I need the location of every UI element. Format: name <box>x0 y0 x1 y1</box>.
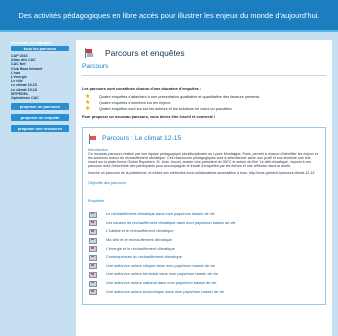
list-item: ★ Quatre enquêtes sont sur sur les acteur… <box>85 106 233 112</box>
objectives-heading: Objectifs des parcours <box>88 181 126 186</box>
survey-icon <box>88 280 97 287</box>
page-header: Parcours et enquêtes <box>82 46 326 60</box>
course-panel: Parcours : Le climat 12-15 Introduction … <box>82 127 326 305</box>
info-list: ★ Quatre enquêtes s'attachent à une prése… <box>82 94 326 112</box>
survey-item[interactable]: Une action/un acteur citoyen dans mon pa… <box>88 261 320 270</box>
survey-icon <box>88 271 97 278</box>
surveys-heading: Enquêtes <box>88 199 105 204</box>
propose-resource-button[interactable]: proposer une ressource <box>11 125 69 133</box>
section-title: Parcours <box>82 63 109 70</box>
survey-icon <box>88 219 97 227</box>
introduction-text-2: Inscrire un parcours de la plateforme, e… <box>88 171 315 176</box>
site-banner: Des activités pédagogiques en libre accè… <box>0 0 338 32</box>
course-header: Parcours : Le climat 12-15 <box>88 132 320 144</box>
survey-item[interactable]: Une action/un acteur économique dans mon… <box>88 287 320 296</box>
survey-icon <box>88 228 97 235</box>
survey-item[interactable]: Une action/un acteur territorial dans mo… <box>88 270 320 279</box>
page-title: Parcours et enquêtes <box>105 48 185 58</box>
survey-icon <box>88 288 97 296</box>
star-icon: ★ <box>85 106 91 112</box>
survey-item[interactable]: L'énergie et le réchauffement climatique <box>88 244 320 253</box>
divider <box>82 75 326 76</box>
propose-course-button[interactable]: proposer un parcours <box>11 103 69 111</box>
survey-list: Le réchauffement climatique dans mon pay… <box>88 209 320 296</box>
propose-survey-button[interactable]: proposer un enquête <box>11 114 69 122</box>
survey-item[interactable]: Ma ville et le réchauffement climatique <box>88 235 320 244</box>
survey-icon <box>88 237 97 244</box>
introduction-text: Ce nouveau parcours réalisé par une équi… <box>88 152 318 169</box>
survey-icon <box>88 245 97 253</box>
flag-icon <box>84 48 94 58</box>
survey-item[interactable]: Une action/un acteur national dans mon p… <box>88 278 320 287</box>
main-content: Parcours et enquêtes Parcours Les parcou… <box>76 40 332 336</box>
sidebar: Parcours et enquêtes tous les parcours C… <box>11 40 69 136</box>
survey-icon <box>88 211 97 218</box>
course-title: Parcours : Le climat 12-15 <box>102 134 182 142</box>
survey-icon <box>88 262 97 270</box>
survey-icon <box>88 254 97 261</box>
flag-icon <box>88 133 97 144</box>
survey-item[interactable]: L'habitat et le réchauffement climatique <box>88 227 320 236</box>
sidebar-item[interactable]: Opérations CAC <box>11 96 69 100</box>
login-note: Pour proposer un nouveau parcours, vous … <box>82 115 216 119</box>
sidebar-course-list: CAP 2024 Atlas des CAC CAC Net Club Baru… <box>11 54 69 100</box>
survey-item[interactable]: Les causes du réchauffement climatique d… <box>88 218 320 227</box>
survey-item[interactable]: Le réchauffement climatique dans mon pay… <box>88 209 320 218</box>
intro-text: Les parcours sont constitués chacun d'un… <box>82 87 202 91</box>
all-courses-button[interactable]: tous les parcours <box>11 46 69 51</box>
banner-text: Des activités pédagogiques en libre accè… <box>18 10 320 20</box>
survey-item[interactable]: Conséquences du réchauffement climatique <box>88 252 320 261</box>
